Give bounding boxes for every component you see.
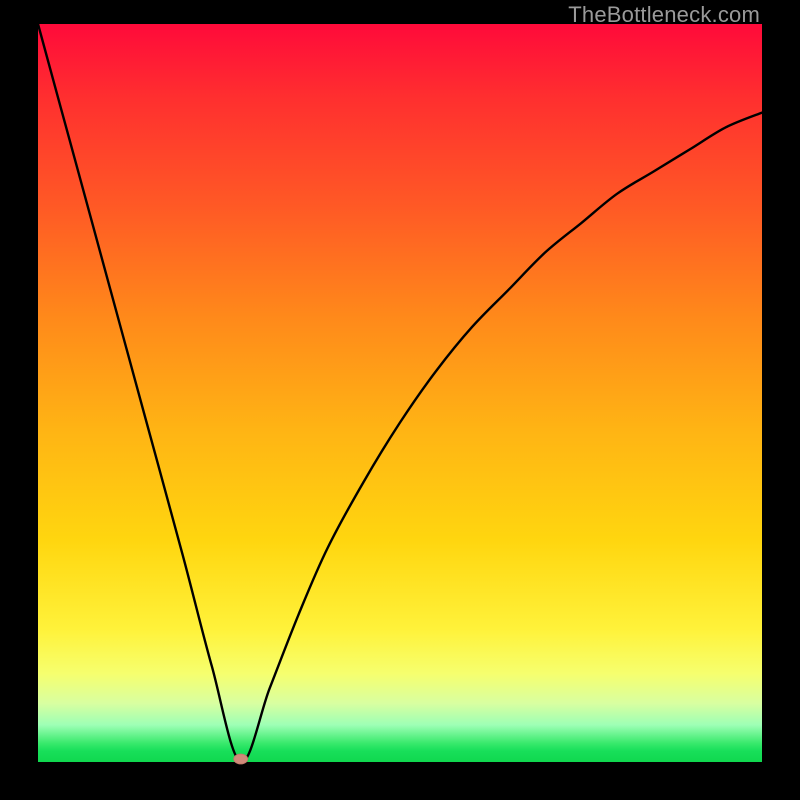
curve-path	[38, 24, 762, 762]
plot-area	[38, 24, 762, 762]
optimal-point-marker	[234, 754, 248, 764]
bottleneck-curve	[38, 24, 762, 762]
chart-frame: TheBottleneck.com	[0, 0, 800, 800]
